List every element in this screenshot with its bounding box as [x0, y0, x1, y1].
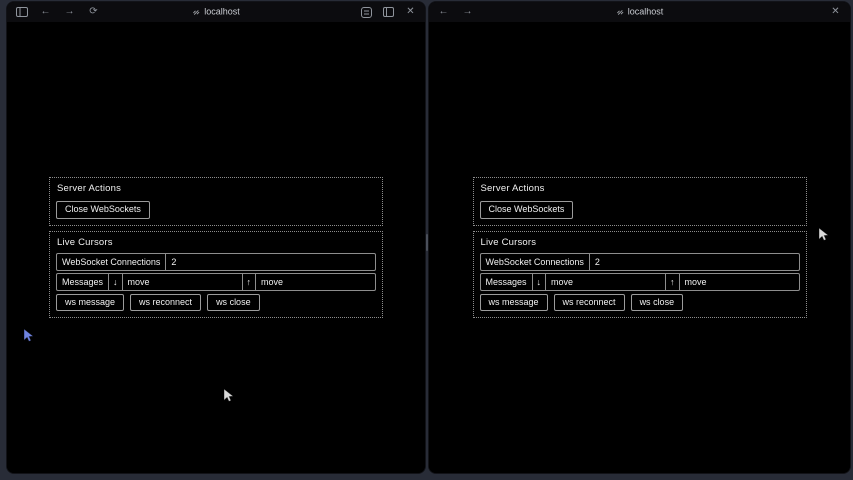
connections-row: WebSocket Connections 2 — [480, 253, 800, 271]
split-view-icon[interactable] — [382, 6, 395, 19]
messages-row: Messages ↓ move ↑ move — [480, 273, 800, 291]
browser-toolbar: ← → localhost ✕ — [429, 2, 850, 22]
browser-window-left: ← → ⟳ localhost — [7, 2, 425, 473]
arrow-down-icon: ↓ — [533, 274, 547, 290]
browser-toolbar: ← → ⟳ localhost — [7, 2, 425, 22]
forward-button[interactable]: → — [461, 6, 474, 19]
live-cursors-fieldset: Live Cursors WebSocket Connections 2 Mes… — [49, 231, 383, 319]
live-cursors-legend: Live Cursors — [481, 237, 800, 248]
ws-message-button[interactable]: ws message — [56, 294, 124, 312]
sidebar-toggle-icon[interactable] — [15, 6, 28, 19]
link-icon — [192, 8, 200, 16]
close-websockets-button[interactable]: Close WebSockets — [56, 201, 150, 219]
page-menu-icon[interactable] — [360, 6, 373, 19]
ws-buttons-row: ws message ws reconnect ws close — [56, 294, 376, 312]
incoming-message-value: move — [546, 274, 666, 290]
server-actions-legend: Server Actions — [57, 183, 376, 194]
live-cursors-fieldset: Live Cursors WebSocket Connections 2 Mes… — [473, 231, 807, 319]
arrow-up-icon: ↑ — [666, 274, 680, 290]
address-bar[interactable]: localhost — [616, 8, 664, 17]
arrow-up-icon: ↑ — [243, 274, 257, 290]
messages-label: Messages — [57, 274, 109, 290]
outgoing-message-value: move — [680, 274, 799, 290]
ws-reconnect-button[interactable]: ws reconnect — [554, 294, 625, 312]
demo-panel: Server Actions Close WebSockets Live Cur… — [49, 177, 383, 319]
ws-message-button[interactable]: ws message — [480, 294, 548, 312]
ws-close-button[interactable]: ws close — [631, 294, 684, 312]
demo-panel: Server Actions Close WebSockets Live Cur… — [473, 177, 807, 319]
ws-reconnect-button[interactable]: ws reconnect — [130, 294, 201, 312]
connections-row: WebSocket Connections 2 — [56, 253, 376, 271]
back-button[interactable]: ← — [437, 6, 450, 19]
arrow-down-icon: ↓ — [109, 274, 123, 290]
connections-label: WebSocket Connections — [481, 254, 590, 270]
server-actions-legend: Server Actions — [481, 183, 800, 194]
outgoing-message-value: move — [256, 274, 375, 290]
incoming-message-value: move — [123, 274, 243, 290]
forward-button[interactable]: → — [63, 6, 76, 19]
page-content: Server Actions Close WebSockets Live Cur… — [429, 22, 850, 473]
connections-value: 2 — [166, 254, 375, 270]
ws-buttons-row: ws message ws reconnect ws close — [480, 294, 800, 312]
server-actions-fieldset: Server Actions Close WebSockets — [49, 177, 383, 226]
connections-label: WebSocket Connections — [57, 254, 166, 270]
back-button[interactable]: ← — [39, 6, 52, 19]
browser-window-right: ← → localhost ✕ Server Actions Close Web… — [429, 2, 850, 473]
url-text: localhost — [204, 8, 240, 17]
ws-close-button[interactable]: ws close — [207, 294, 260, 312]
messages-label: Messages — [481, 274, 533, 290]
url-text: localhost — [628, 8, 664, 17]
close-window-button[interactable]: ✕ — [404, 6, 417, 19]
live-cursors-legend: Live Cursors — [57, 237, 376, 248]
messages-row: Messages ↓ move ↑ move — [56, 273, 376, 291]
server-actions-fieldset: Server Actions Close WebSockets — [473, 177, 807, 226]
link-icon — [616, 8, 624, 16]
connections-value: 2 — [590, 254, 799, 270]
address-bar[interactable]: localhost — [192, 8, 240, 17]
split-resize-handle[interactable] — [426, 234, 428, 251]
close-websockets-button[interactable]: Close WebSockets — [480, 201, 574, 219]
close-window-button[interactable]: ✕ — [829, 6, 842, 19]
reload-button[interactable]: ⟳ — [87, 6, 100, 19]
page-content: Server Actions Close WebSockets Live Cur… — [7, 22, 425, 473]
